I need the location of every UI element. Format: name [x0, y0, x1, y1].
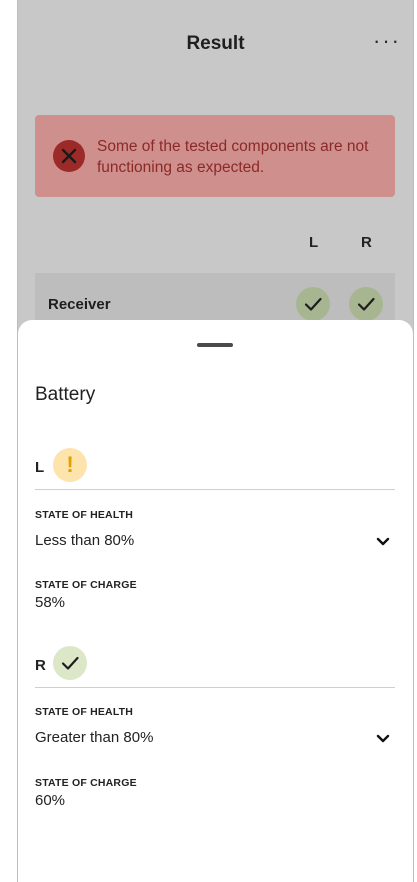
sheet-title: Battery	[35, 384, 96, 405]
state-of-charge-label: STATE OF CHARGE	[35, 579, 137, 591]
battery-bottom-sheet: Battery L ! STATE OF HEALTH Less than 80…	[18, 320, 413, 882]
check-icon	[349, 287, 383, 321]
component-label: Receiver	[48, 296, 111, 313]
error-x-icon	[53, 140, 85, 172]
check-icon	[53, 646, 87, 680]
check-icon	[296, 287, 330, 321]
state-of-health-label: STATE OF HEALTH	[35, 706, 134, 718]
side-letter: R	[35, 657, 46, 674]
drag-handle[interactable]	[197, 343, 233, 347]
more-options-icon[interactable]: ···	[373, 28, 401, 54]
component-row-receiver[interactable]: Receiver	[35, 273, 395, 325]
error-alert: Some of the tested components are not fu…	[35, 115, 395, 197]
state-of-health-label: STATE OF HEALTH	[35, 509, 134, 521]
chevron-down-icon[interactable]	[376, 534, 390, 546]
side-header-left: L !	[35, 443, 395, 490]
chevron-down-icon[interactable]	[376, 731, 390, 743]
state-of-health-value: Less than 80%	[35, 532, 135, 549]
column-header-right: R	[361, 234, 372, 251]
column-header-left: L	[309, 234, 319, 251]
app-frame: Result ··· Some of the tested components…	[17, 0, 414, 882]
header: Result ···	[18, 0, 413, 90]
state-of-charge-value: 60%	[35, 792, 66, 809]
side-header-right: R	[35, 641, 395, 688]
state-of-health-value: Greater than 80%	[35, 729, 154, 746]
state-of-charge-value: 58%	[35, 594, 66, 611]
warning-icon: !	[53, 448, 87, 482]
state-of-charge-label: STATE OF CHARGE	[35, 777, 137, 789]
page-title: Result	[186, 33, 245, 54]
alert-message: Some of the tested components are not fu…	[97, 138, 369, 176]
side-letter: L	[35, 459, 45, 476]
